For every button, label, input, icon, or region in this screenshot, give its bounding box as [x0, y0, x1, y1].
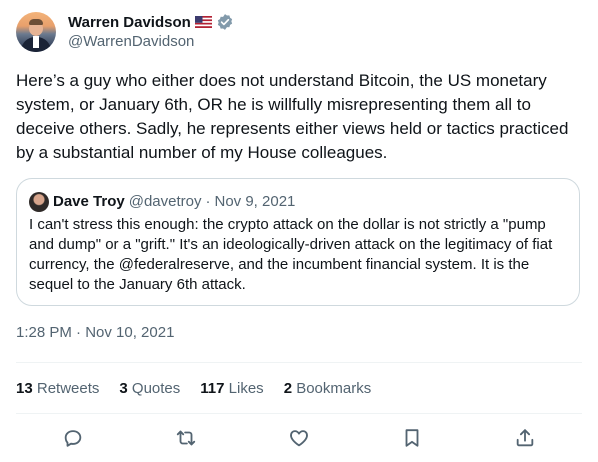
tweet-timestamp[interactable]: 1:28 PM · Nov 10, 2021 — [16, 324, 174, 341]
author-avatar[interactable] — [16, 12, 56, 52]
avatar-hair — [29, 19, 43, 25]
heart-icon — [290, 430, 308, 447]
retweet-button[interactable] — [174, 426, 198, 450]
retweets-count: 13 — [16, 379, 33, 397]
quoted-tweet[interactable]: Dave Troy @davetroy · Nov 9, 2021 I can'… — [16, 178, 580, 306]
divider-top — [16, 362, 582, 363]
quoted-separator: · — [205, 192, 211, 210]
quotes-count: 3 — [119, 379, 128, 397]
engagement-stats: 13 Retweets 3 Quotes 117 Likes 2 Bookmar… — [16, 378, 391, 398]
likes-count: 117 — [200, 379, 225, 397]
quotes-label: Quotes — [131, 379, 181, 397]
quoted-header: Dave Troy @davetroy · Nov 9, 2021 — [53, 191, 295, 211]
quoted-date: Nov 9, 2021 — [214, 192, 296, 210]
bookmarks-stat[interactable]: 2 Bookmarks — [284, 380, 372, 397]
bookmark-icon — [405, 429, 419, 447]
action-bar — [16, 426, 582, 450]
quoted-author-handle: @davetroy — [128, 192, 202, 210]
quoted-author-name: Dave Troy — [53, 192, 125, 210]
author-name[interactable]: Warren Davidson — [68, 14, 191, 31]
us-flag-icon — [194, 16, 212, 28]
author-handle[interactable]: @WarrenDavidson — [68, 33, 194, 50]
avatar-shirt — [33, 36, 39, 48]
share-button[interactable] — [513, 426, 537, 450]
tweet-text: Here’s a guy who either does not underst… — [16, 71, 569, 162]
retweets-label: Retweets — [36, 379, 100, 397]
bookmarks-label: Bookmarks — [296, 379, 372, 397]
author-name-row: Warren Davidson — [68, 12, 234, 32]
share-icon — [516, 429, 534, 447]
quoted-tweet-text: I can't stress this enough: the crypto a… — [29, 216, 553, 293]
bookmark-button[interactable] — [400, 426, 424, 450]
verified-badge-icon[interactable] — [216, 13, 234, 31]
likes-label: Likes — [228, 379, 264, 397]
quotes-stat[interactable]: 3 Quotes — [119, 380, 180, 397]
likes-stat[interactable]: 117 Likes — [200, 380, 263, 397]
bookmarks-count: 2 — [283, 379, 293, 397]
reply-icon — [64, 430, 82, 447]
retweet-icon — [176, 430, 196, 446]
divider-bottom — [16, 413, 582, 414]
like-button[interactable] — [287, 426, 311, 450]
quoted-author-avatar[interactable] — [29, 192, 49, 212]
retweets-stat[interactable]: 13 Retweets — [16, 380, 99, 397]
reply-button[interactable] — [61, 426, 85, 450]
